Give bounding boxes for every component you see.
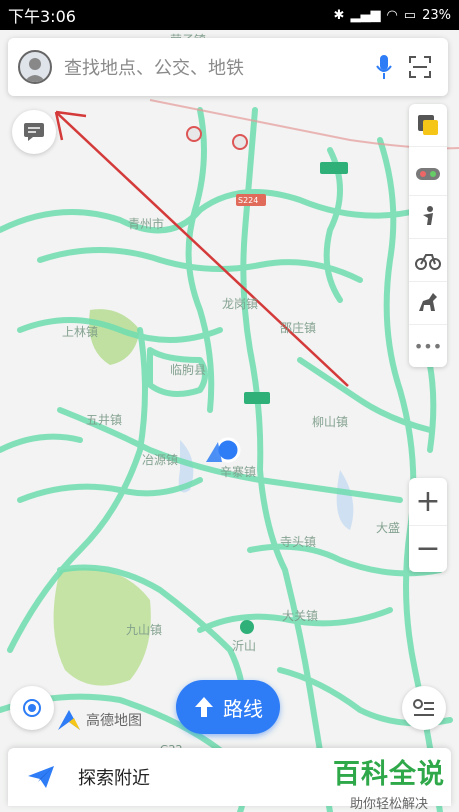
map-place: 九山镇 (126, 623, 162, 637)
avatar[interactable] (18, 50, 52, 84)
mountain-marker (240, 620, 254, 634)
route-label: 路线 (223, 696, 263, 721)
microphone-icon[interactable] (366, 49, 402, 85)
map-place: 寺头镇 (280, 535, 316, 549)
map-place: 邵庄镇 (280, 320, 316, 335)
layers-button[interactable] (409, 104, 447, 147)
map-place: 大关镇 (282, 609, 318, 623)
signal-icon: ▂▄▆ (350, 7, 381, 23)
bike-icon (415, 254, 441, 270)
layers-icon (418, 115, 438, 135)
map-place: 沂山 (232, 639, 256, 653)
watermark-subtitle: 助你轻松解决 (349, 797, 428, 812)
map-place: 冶源镇 (142, 453, 178, 467)
battery-level: 23% (422, 7, 451, 23)
traffic-icon (416, 168, 440, 180)
zoom-in-button[interactable]: + (409, 478, 447, 526)
search-bar[interactable]: 查找地点、公交、地铁 (8, 38, 448, 96)
locate-icon (23, 699, 41, 717)
bike-button[interactable] (409, 239, 447, 282)
logo-icon (58, 710, 80, 730)
user-icon (24, 58, 46, 82)
bluetooth-icon: ✱ (333, 7, 345, 23)
message-button[interactable] (12, 110, 56, 154)
person-icon (423, 206, 433, 225)
status-icons: ✱ ▂▄▆ ◠ ▭ 23% (334, 8, 451, 23)
zoom-out-button[interactable]: − (409, 526, 447, 573)
more-icon: ••• (413, 336, 443, 356)
message-icon (24, 123, 44, 141)
street-view-button[interactable] (409, 196, 447, 239)
send-icon (28, 766, 54, 788)
road-label: S224 (238, 196, 258, 205)
explore-nearby-label: 探索附近 (78, 768, 150, 789)
locate-button[interactable] (10, 686, 54, 730)
watermark-title: 百科全说 (333, 759, 445, 790)
status-bar: 下午3:06 ✱ ▂▄▆ ◠ ▭ 23% (0, 0, 459, 30)
status-time: 下午3:06 (8, 7, 76, 26)
watermark: 百科全说 助你轻松解决 (333, 752, 445, 812)
map-place: 青州市 (128, 216, 164, 231)
route-button[interactable]: 路线 (176, 680, 280, 734)
map-place: 龙岗镇 (222, 297, 258, 311)
map-place: 临朐县 (170, 362, 206, 377)
horse-icon (419, 293, 437, 311)
map-place: 辛寨镇 (220, 464, 256, 479)
battery-icon: ▭ (403, 7, 417, 23)
map-place: 上林镇 (62, 325, 98, 339)
list-button[interactable] (402, 686, 446, 730)
ride-button[interactable] (409, 282, 447, 325)
map-place: 五井镇 (86, 413, 122, 427)
traffic-toggle[interactable] (409, 153, 447, 196)
more-tools-button[interactable]: ••• (409, 325, 447, 367)
map-tools-panel: ••• (409, 104, 447, 367)
scan-icon[interactable] (402, 49, 438, 85)
logo-text: 高德地图 (86, 713, 142, 729)
list-icon (413, 699, 434, 716)
wifi-icon: ◠ (386, 7, 398, 23)
route-arrow-icon (193, 695, 215, 719)
map-place: 大盛 (376, 520, 400, 535)
amap-logo: 高德地图 (56, 708, 142, 732)
map-place: 柳山镇 (312, 415, 348, 429)
search-input[interactable]: 查找地点、公交、地铁 (64, 54, 366, 80)
zoom-panel: + − (409, 478, 447, 572)
